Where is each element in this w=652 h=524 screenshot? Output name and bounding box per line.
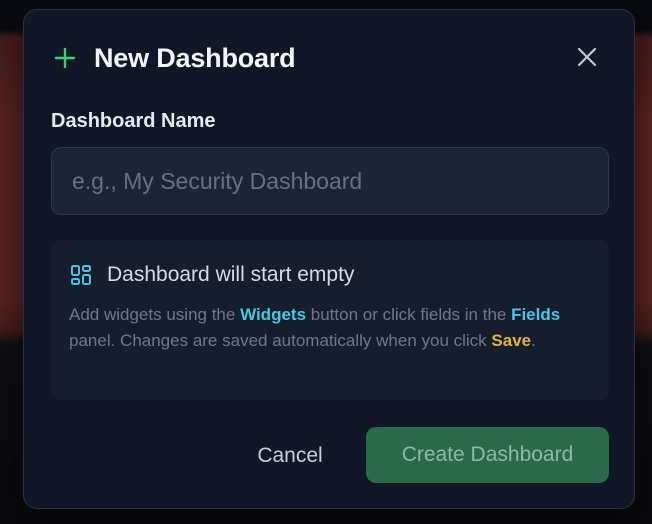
info-text-part: panel. Changes are saved automatically w… (69, 331, 492, 350)
info-description: Add widgets using the Widgets button or … (69, 302, 591, 354)
info-text-part: . (531, 331, 536, 350)
dashboard-name-label: Dashboard Name (51, 110, 216, 132)
dashboard-name-input[interactable] (51, 147, 609, 215)
plus-icon (52, 45, 78, 71)
save-highlight: Save (491, 331, 532, 350)
empty-dashboard-info-box: Dashboard will start empty Add widgets u… (51, 240, 609, 400)
close-button[interactable] (574, 46, 600, 72)
layout-grid-icon (69, 263, 93, 287)
dialog-title: New Dashboard (94, 42, 296, 73)
create-dashboard-button[interactable]: Create Dashboard (366, 427, 609, 483)
fields-highlight: Fields (511, 305, 561, 324)
cancel-button[interactable]: Cancel (234, 428, 346, 484)
info-title: Dashboard will start empty (107, 263, 355, 286)
new-dashboard-dialog: New Dashboard Dashboard Name Dashboard w… (23, 9, 635, 509)
info-title-row: Dashboard will start empty (69, 260, 591, 290)
info-text-part: Add widgets using the (69, 305, 241, 324)
close-icon (576, 46, 598, 73)
dialog-header: New Dashboard (52, 38, 296, 78)
widgets-highlight: Widgets (240, 305, 307, 324)
info-text-part: button or click fields in the (306, 305, 512, 324)
